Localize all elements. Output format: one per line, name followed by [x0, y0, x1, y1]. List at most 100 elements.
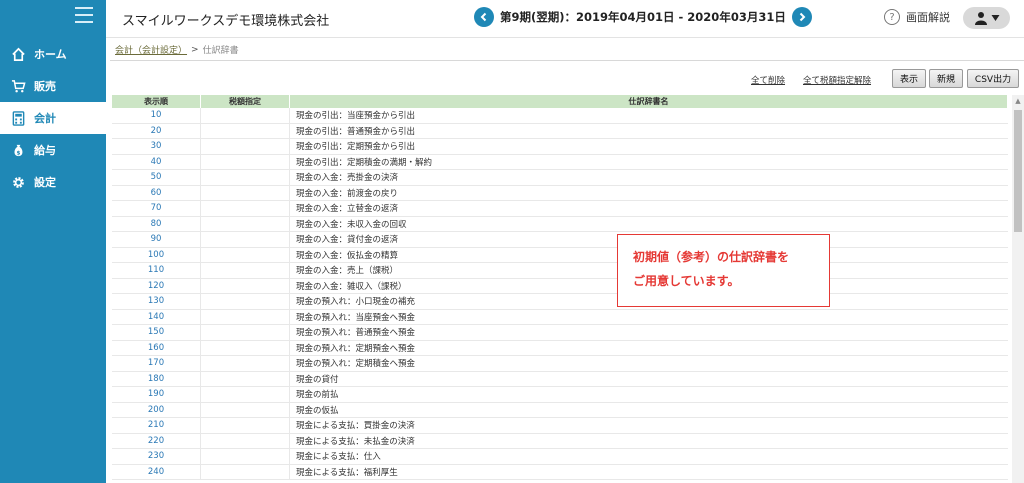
row-order-link[interactable]: 220: [112, 433, 201, 448]
table-row[interactable]: 40 現金の引出：定期積金の満期・解約: [112, 154, 1008, 170]
table-row[interactable]: 150 現金の預入れ：普通預金へ預金: [112, 325, 1008, 341]
scroll-up-arrow-icon[interactable]: ▲: [1013, 97, 1023, 105]
row-order-link[interactable]: 160: [112, 340, 201, 355]
row-dictionary-name[interactable]: 現金の預入れ：普通預金へ預金: [290, 325, 1008, 340]
table-row[interactable]: 60 現金の入金：前渡金の戻り: [112, 185, 1008, 201]
column-header-tax[interactable]: 税額指定: [201, 95, 290, 108]
row-order-link[interactable]: 120: [112, 278, 201, 293]
screen-help-link[interactable]: ? 画面解説: [884, 9, 950, 25]
period-selector: 第9期(翌期)：2019年04月01日 - 2020年03月31日: [474, 7, 812, 27]
table-row[interactable]: 240 現金による支払：福利厚生: [112, 464, 1008, 480]
table-row[interactable]: 90 現金の入金：貸付金の返済: [112, 232, 1008, 248]
row-dictionary-name[interactable]: 現金の預入れ：定期積金へ預金: [290, 356, 1008, 371]
row-order-link[interactable]: 140: [112, 309, 201, 324]
breadcrumb-current: 仕訳辞書: [202, 46, 239, 56]
row-dictionary-name[interactable]: 現金の前払: [290, 387, 1008, 402]
row-order-link[interactable]: 90: [112, 232, 201, 247]
scrollbar-thumb[interactable]: [1014, 110, 1022, 232]
home-icon: [10, 46, 26, 62]
row-order-link[interactable]: 210: [112, 418, 201, 433]
row-order-link[interactable]: 80: [112, 216, 201, 231]
row-dictionary-name[interactable]: 現金の預入れ：定期預金へ預金: [290, 341, 1008, 356]
row-dictionary-name[interactable]: 現金の入金：未収入金の回収: [290, 217, 1008, 232]
table-row[interactable]: 210 現金による支払：買掛金の決済: [112, 418, 1008, 434]
row-order-link[interactable]: 240: [112, 464, 201, 479]
table-row[interactable]: 130 現金の預入れ：小口現金の補充: [112, 294, 1008, 310]
row-dictionary-name[interactable]: 現金の引出：当座預金から引出: [290, 108, 1008, 123]
row-order-link[interactable]: 30: [112, 139, 201, 154]
table-row[interactable]: 200 現金の仮払: [112, 402, 1008, 418]
row-order-link[interactable]: 20: [112, 123, 201, 138]
next-period-button[interactable]: [791, 7, 812, 27]
sidebar-item-accounting[interactable]: 会計: [0, 102, 106, 134]
row-dictionary-name[interactable]: 現金による支払：福利厚生: [290, 465, 1008, 480]
row-tax-cell: [201, 216, 290, 231]
table-row[interactable]: 120 現金の入金：雑収入（課税）: [112, 278, 1008, 294]
delete-all-link[interactable]: 全て削除: [751, 74, 785, 86]
row-tax-cell: [201, 340, 290, 355]
menu-toggle-icon[interactable]: [75, 7, 93, 23]
row-order-link[interactable]: 200: [112, 402, 201, 417]
row-order-link[interactable]: 50: [112, 170, 201, 185]
table-row[interactable]: 170 現金の預入れ：定期積金へ預金: [112, 356, 1008, 372]
display-button[interactable]: 表示: [892, 69, 926, 88]
row-order-link[interactable]: 150: [112, 325, 201, 340]
row-order-link[interactable]: 60: [112, 185, 201, 200]
new-button[interactable]: 新規: [929, 69, 963, 88]
table-row[interactable]: 100 現金の入金：仮払金の精算: [112, 247, 1008, 263]
row-order-link[interactable]: 180: [112, 371, 201, 386]
table-row[interactable]: 140 現金の預入れ：当座預金へ預金: [112, 309, 1008, 325]
row-dictionary-name[interactable]: 現金の預入れ：当座預金へ預金: [290, 310, 1008, 325]
row-order-link[interactable]: 110: [112, 263, 201, 278]
table-row[interactable]: 50 現金の入金：売掛金の決済: [112, 170, 1008, 186]
sidebar-item-label: 給与: [34, 144, 56, 157]
row-dictionary-name[interactable]: 現金による支払：未払金の決済: [290, 434, 1008, 449]
row-dictionary-name[interactable]: 現金の引出：定期積金の満期・解約: [290, 155, 1008, 170]
chevron-right-icon: [799, 12, 806, 22]
row-dictionary-name[interactable]: 現金の入金：前渡金の戻り: [290, 186, 1008, 201]
row-order-link[interactable]: 40: [112, 154, 201, 169]
row-dictionary-name[interactable]: 現金の引出：普通預金から引出: [290, 124, 1008, 139]
row-order-link[interactable]: 70: [112, 201, 201, 216]
sidebar-item-settings[interactable]: 設定: [0, 166, 106, 198]
sidebar-item-payroll[interactable]: $ 給与: [0, 134, 106, 166]
column-header-name[interactable]: 仕訳辞書名: [290, 95, 1008, 108]
table-row[interactable]: 30 現金の引出：定期預金から引出: [112, 139, 1008, 155]
table-row[interactable]: 20 現金の引出：普通預金から引出: [112, 123, 1008, 139]
row-tax-cell: [201, 154, 290, 169]
table-row[interactable]: 160 現金の預入れ：定期預金へ預金: [112, 340, 1008, 356]
svg-text:$: $: [16, 150, 20, 156]
row-dictionary-name[interactable]: 現金の入金：立替金の返済: [290, 201, 1008, 216]
row-order-link[interactable]: 10: [112, 108, 201, 123]
row-dictionary-name[interactable]: 現金の仮払: [290, 403, 1008, 418]
row-dictionary-name[interactable]: 現金による支払：買掛金の決済: [290, 418, 1008, 433]
table-row[interactable]: 180 現金の貸付: [112, 371, 1008, 387]
table-row[interactable]: 10 現金の引出：当座預金から引出: [112, 108, 1008, 124]
table-row[interactable]: 110 現金の入金：売上（課税）: [112, 263, 1008, 279]
sidebar-item-home[interactable]: ホーム: [0, 38, 106, 70]
row-dictionary-name[interactable]: 現金の引出：定期預金から引出: [290, 139, 1008, 154]
row-order-link[interactable]: 190: [112, 387, 201, 402]
breadcrumb-accounting-settings[interactable]: 会計（会計設定）: [115, 43, 187, 56]
row-dictionary-name[interactable]: 現金の入金：売掛金の決済: [290, 170, 1008, 185]
row-order-link[interactable]: 230: [112, 449, 201, 464]
previous-period-button[interactable]: [474, 7, 494, 27]
sidebar-nav: ホーム 販売 会計 $ 給与 設定: [0, 38, 106, 198]
release-tax-all-link[interactable]: 全て税額指定解除: [803, 74, 871, 86]
table-row[interactable]: 220 現金による支払：未払金の決済: [112, 433, 1008, 449]
table-row[interactable]: 80 現金の入金：未収入金の回収: [112, 216, 1008, 232]
sidebar-item-sales[interactable]: 販売: [0, 70, 106, 102]
table-row[interactable]: 190 現金の前払: [112, 387, 1008, 403]
user-menu-button[interactable]: [963, 7, 1010, 29]
csv-export-button[interactable]: CSV出力: [967, 69, 1019, 88]
row-order-link[interactable]: 100: [112, 247, 201, 262]
row-dictionary-name[interactable]: 現金の貸付: [290, 372, 1008, 387]
column-header-order[interactable]: 表示順: [112, 95, 201, 108]
row-order-link[interactable]: 130: [112, 294, 201, 309]
chevron-left-icon: [480, 12, 487, 22]
table-row[interactable]: 70 現金の入金：立替金の返済: [112, 201, 1008, 217]
row-dictionary-name[interactable]: 現金による支払：仕入: [290, 449, 1008, 464]
company-name: スマイルワークスデモ環境株式会社: [122, 14, 330, 29]
table-row[interactable]: 230 現金による支払：仕入: [112, 449, 1008, 465]
row-order-link[interactable]: 170: [112, 356, 201, 371]
